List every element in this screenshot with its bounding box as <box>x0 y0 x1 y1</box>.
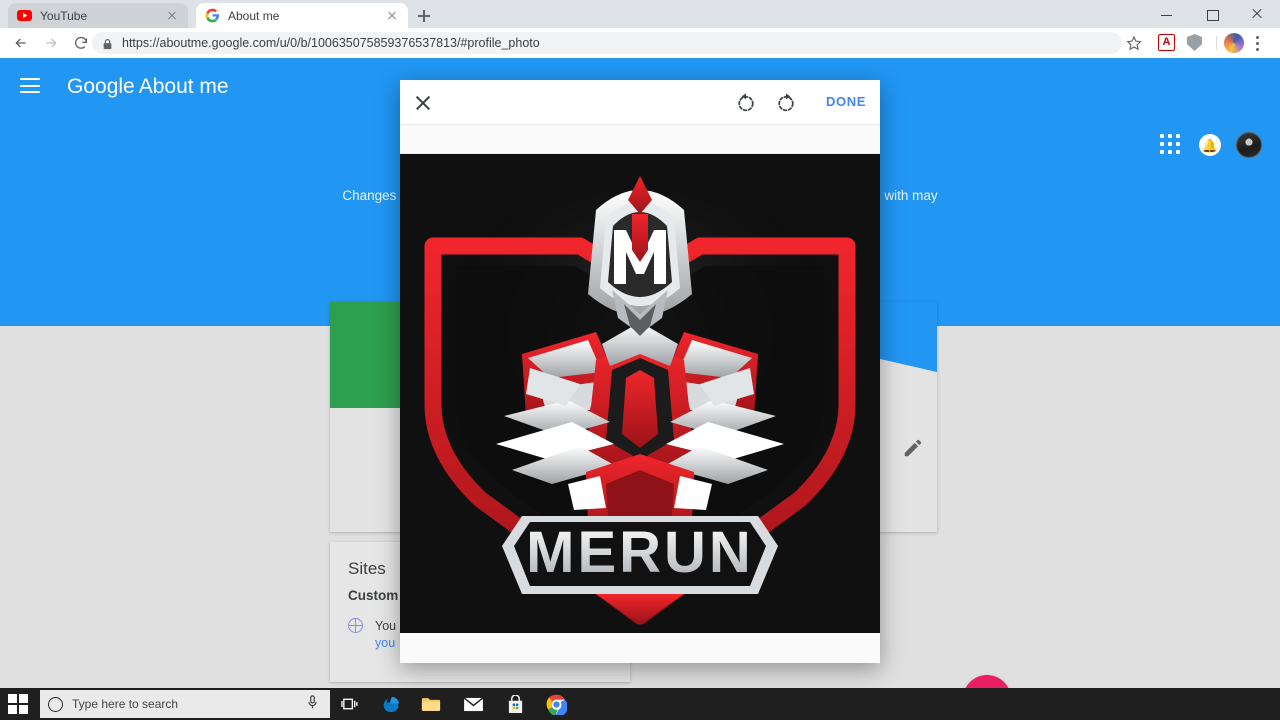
microsoft-store-icon[interactable] <box>504 694 526 714</box>
bell-glyph: 🔔 <box>1202 139 1218 152</box>
cortana-icon[interactable] <box>48 697 63 712</box>
globe-icon <box>348 618 363 633</box>
notice-right-text: with may <box>884 188 937 203</box>
windows-taskbar: Type here to search <box>0 688 1280 720</box>
rotate-left-icon[interactable] <box>735 92 757 114</box>
back-button[interactable] <box>6 28 36 58</box>
sites-text: You you <box>375 618 396 652</box>
close-icon[interactable] <box>164 8 180 24</box>
search-input[interactable]: Type here to search <box>40 690 330 718</box>
browser-tab-label: About me <box>228 9 384 23</box>
task-view-icon[interactable] <box>338 694 360 714</box>
pencil-edit-icon[interactable] <box>902 437 924 459</box>
sites-line-1: You <box>375 618 396 635</box>
chrome-menu-icon[interactable] <box>1256 36 1260 51</box>
bookmark-star-icon[interactable] <box>1126 35 1142 51</box>
notice-left-text: Changes y <box>342 188 407 203</box>
sites-subtitle: Custom <box>348 588 398 603</box>
page-title: GoogleAbout me <box>67 75 229 99</box>
profile-avatar[interactable] <box>1224 33 1244 53</box>
maximize-button[interactable] <box>1190 0 1235 28</box>
notifications-bell-icon[interactable]: 🔔 <box>1199 134 1221 156</box>
new-tab-button[interactable] <box>412 5 436 27</box>
google-apps-grid-icon[interactable] <box>1160 134 1180 154</box>
window-controls <box>1145 0 1280 28</box>
sites-row: You you <box>348 618 396 652</box>
rotate-right-icon[interactable] <box>775 92 797 114</box>
address-bar[interactable]: https://aboutme.google.com/u/0/b/1006350… <box>92 32 1122 54</box>
url-text: https://aboutme.google.com/u/0/b/1006350… <box>122 36 540 50</box>
start-button[interactable] <box>8 694 28 714</box>
account-avatar[interactable] <box>1236 132 1262 158</box>
screen: YouTube About me <box>0 0 1280 720</box>
toolbar-divider <box>1216 36 1217 50</box>
sites-title: Sites <box>348 559 386 579</box>
minimize-button[interactable] <box>1145 0 1190 28</box>
profile-photo-preview[interactable]: MERUN <box>400 154 880 633</box>
chrome-icon[interactable] <box>545 694 567 714</box>
browser-tab-label: YouTube <box>40 9 164 23</box>
close-window-button[interactable] <box>1235 0 1280 28</box>
file-explorer-icon[interactable] <box>420 694 442 714</box>
search-placeholder: Type here to search <box>72 697 307 711</box>
youtube-icon <box>16 8 32 24</box>
browser-toolbar: https://aboutme.google.com/u/0/b/1006350… <box>0 28 1280 58</box>
google-g-icon <box>204 8 220 24</box>
close-icon[interactable] <box>384 8 400 24</box>
forward-button[interactable] <box>36 28 66 58</box>
browser-tab-strip: YouTube About me <box>0 0 1280 28</box>
browser-tab-youtube[interactable]: YouTube <box>8 3 188 28</box>
done-button[interactable]: DONE <box>826 94 866 109</box>
hamburger-menu-icon[interactable] <box>20 78 40 93</box>
browser-tab-about-me[interactable]: About me <box>196 3 408 28</box>
edge-icon[interactable] <box>380 694 402 714</box>
dialog-toolbar: DONE <box>400 80 880 125</box>
brand-product: About me <box>139 75 229 98</box>
profile-photo-dialog: DONE <box>400 80 880 663</box>
brand-google: Google <box>67 75 135 98</box>
merun-logo-artwork: MERUN <box>400 154 880 633</box>
shield-extension-icon[interactable] <box>1187 34 1202 51</box>
sites-link[interactable]: you <box>375 635 396 652</box>
mail-icon[interactable] <box>462 694 484 714</box>
adobe-acrobat-extension-icon[interactable]: A <box>1158 34 1175 51</box>
dialog-secondary-strip <box>400 125 880 154</box>
microphone-icon[interactable] <box>307 695 318 713</box>
extension-icons: A <box>1158 34 1202 51</box>
lock-icon <box>102 37 114 49</box>
logo-banner-text: MERUN <box>526 520 754 585</box>
dialog-footer <box>400 633 880 663</box>
close-icon[interactable] <box>412 92 434 114</box>
